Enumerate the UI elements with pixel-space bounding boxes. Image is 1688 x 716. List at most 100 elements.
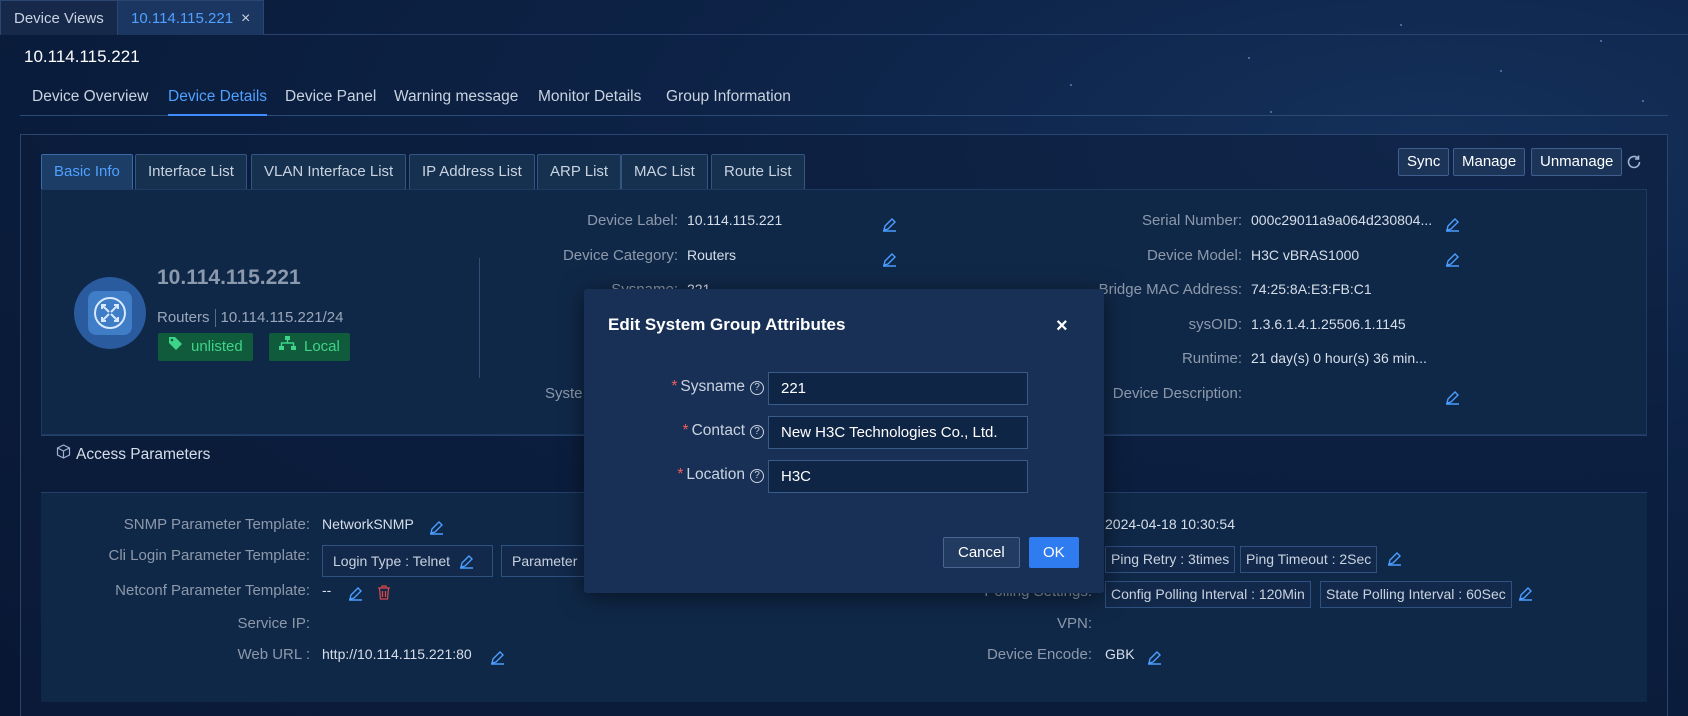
device-nav-tabs: Device Overview Device Details Device Pa… [20, 86, 1668, 116]
badge-unlisted-label: unlisted [191, 338, 243, 355]
web-url-value[interactable]: http://10.114.115.221:80 [322, 646, 472, 662]
edit-system-group-dialog: Edit System Group Attributes × * Sysname?… [584, 289, 1104, 593]
device-category-label: Device Category: [562, 247, 678, 264]
bridge-mac-label: Bridge MAC Address: [1098, 281, 1242, 298]
sysname-label-text: Sysname [680, 378, 745, 395]
edit-icon[interactable] [882, 252, 897, 267]
tab-warning-message[interactable]: Warning message [394, 88, 518, 106]
bridge-mac-value: 74:25:8A:E3:FB:C1 [1251, 281, 1372, 297]
snmp-template-label: SNMP Parameter Template: [123, 516, 310, 533]
tab-device-ip[interactable]: 10.114.115.221 × [117, 0, 265, 35]
edit-icon[interactable] [1445, 252, 1460, 267]
contact-input[interactable] [768, 416, 1028, 449]
ping-retry-value: Ping Retry : 3times [1111, 551, 1230, 567]
tab-basic-info[interactable]: Basic Info [41, 154, 133, 190]
help-icon[interactable]: ? [750, 425, 764, 439]
state-polling-value: State Polling Interval : 60Sec [1326, 586, 1506, 602]
device-model-value: H3C vBRAS1000 [1251, 247, 1360, 263]
location-field-label: * Location? [644, 466, 764, 484]
device-type-line: Routers 10.114.115.221/24 [157, 309, 343, 328]
delete-icon[interactable] [377, 585, 391, 600]
device-label-label: Device Label: [587, 212, 678, 229]
tab-device-views-label: Device Views [14, 10, 104, 27]
cli-parameter-value: Parameter T [512, 553, 578, 569]
unmanage-button[interactable]: Unmanage [1531, 148, 1623, 176]
runtime-label: Runtime: [1181, 350, 1242, 367]
cube-icon [56, 444, 71, 464]
ping-timeout-chip: Ping Timeout : 2Sec [1240, 546, 1378, 573]
ok-button[interactable]: OK [1029, 537, 1079, 568]
help-icon[interactable]: ? [750, 381, 764, 395]
ping-timeout-value: Ping Timeout : 2Sec [1246, 551, 1372, 567]
web-url-label: Web URL : [237, 646, 310, 663]
sysname-field-label: * Sysname? [644, 378, 764, 396]
tab-vlan-interface-list[interactable]: VLAN Interface List [251, 154, 407, 190]
netconf-template-label: Netconf Parameter Template: [115, 582, 310, 599]
contact-label-text: Contact [691, 422, 745, 439]
topology-icon [279, 333, 296, 361]
window-tab-bar: Device Views 10.114.115.221 × [0, 0, 1688, 35]
page-title: 10.114.115.221 [24, 47, 140, 66]
cancel-button[interactable]: Cancel [943, 537, 1020, 568]
location-label-text: Location [686, 466, 745, 483]
edit-icon[interactable] [429, 520, 444, 535]
location-input[interactable] [768, 460, 1028, 493]
config-polling-chip: Config Polling Interval : 120Min [1105, 581, 1311, 608]
edit-icon[interactable] [882, 217, 897, 232]
dialog-title: Edit System Group Attributes [608, 315, 846, 334]
tag-icon [168, 333, 183, 361]
edit-icon[interactable] [490, 650, 505, 665]
edit-icon[interactable] [1387, 551, 1402, 566]
tab-mac-list[interactable]: MAC List [621, 154, 708, 190]
runtime-value: 21 day(s) 0 hour(s) 36 min... [1251, 350, 1427, 366]
refresh-icon[interactable] [1625, 153, 1643, 171]
edit-icon[interactable] [459, 554, 474, 569]
manage-button[interactable]: Manage [1453, 148, 1526, 176]
last-poll-time-value: 2024-04-18 10:30:54 [1105, 516, 1235, 532]
tab-device-details[interactable]: Device Details [168, 88, 268, 116]
service-ip-label: Service IP: [237, 615, 310, 632]
edit-icon[interactable] [1518, 586, 1533, 601]
cli-parameter-chip: Parameter T [501, 545, 586, 577]
tab-route-list[interactable]: Route List [711, 154, 805, 190]
close-icon[interactable]: × [241, 10, 250, 27]
tab-device-panel[interactable]: Device Panel [285, 88, 376, 106]
access-parameters-title: Access Parameters [76, 446, 211, 463]
edit-icon[interactable] [1445, 390, 1460, 405]
tab-monitor-details[interactable]: Monitor Details [538, 88, 641, 106]
tab-arp-list[interactable]: ARP List [537, 154, 622, 190]
status-badge-unlisted: unlisted [158, 333, 253, 361]
edit-icon[interactable] [1445, 217, 1460, 232]
cli-template-label: Cli Login Parameter Template: [108, 547, 311, 564]
required-mark: * [677, 466, 684, 483]
tab-device-ip-label: 10.114.115.221 [131, 10, 234, 27]
serial-number-label: Serial Number: [1141, 212, 1242, 229]
required-mark: * [671, 378, 678, 395]
device-category-value: Routers [687, 247, 737, 263]
sysoid-value: 1.3.6.1.4.1.25506.1.1145 [1251, 316, 1406, 332]
edit-icon[interactable] [1147, 650, 1162, 665]
device-name: 10.114.115.221 [157, 266, 301, 289]
tab-device-overview[interactable]: Device Overview [32, 88, 148, 106]
access-parameters-heading: Access Parameters [56, 444, 210, 464]
close-icon[interactable]: × [1056, 316, 1068, 336]
device-model-label: Device Model: [1146, 247, 1242, 264]
sync-button[interactable]: Sync [1398, 148, 1450, 176]
edit-icon[interactable] [348, 586, 363, 601]
device-category-text: Routers [157, 309, 210, 326]
tab-group-information[interactable]: Group Information [666, 88, 791, 106]
cli-login-type-value: Login Type : Telnet [333, 553, 451, 569]
help-icon[interactable]: ? [750, 469, 764, 483]
divider [479, 258, 480, 378]
snmp-template-value: NetworkSNMP [322, 516, 414, 532]
sysoid-label: sysOID: [1188, 316, 1242, 333]
serial-number-value: 000c29011a9a064d230804... [1251, 212, 1433, 228]
state-polling-chip: State Polling Interval : 60Sec [1320, 581, 1512, 608]
sysname-input[interactable] [768, 372, 1028, 405]
system-field-label: Syste [545, 385, 583, 402]
tab-interface-list[interactable]: Interface List [135, 154, 247, 190]
status-badge-local: Local [269, 333, 350, 361]
ping-retry-chip: Ping Retry : 3times [1105, 546, 1236, 573]
tab-ip-address-list[interactable]: IP Address List [409, 154, 535, 190]
tab-device-views[interactable]: Device Views [0, 0, 118, 35]
